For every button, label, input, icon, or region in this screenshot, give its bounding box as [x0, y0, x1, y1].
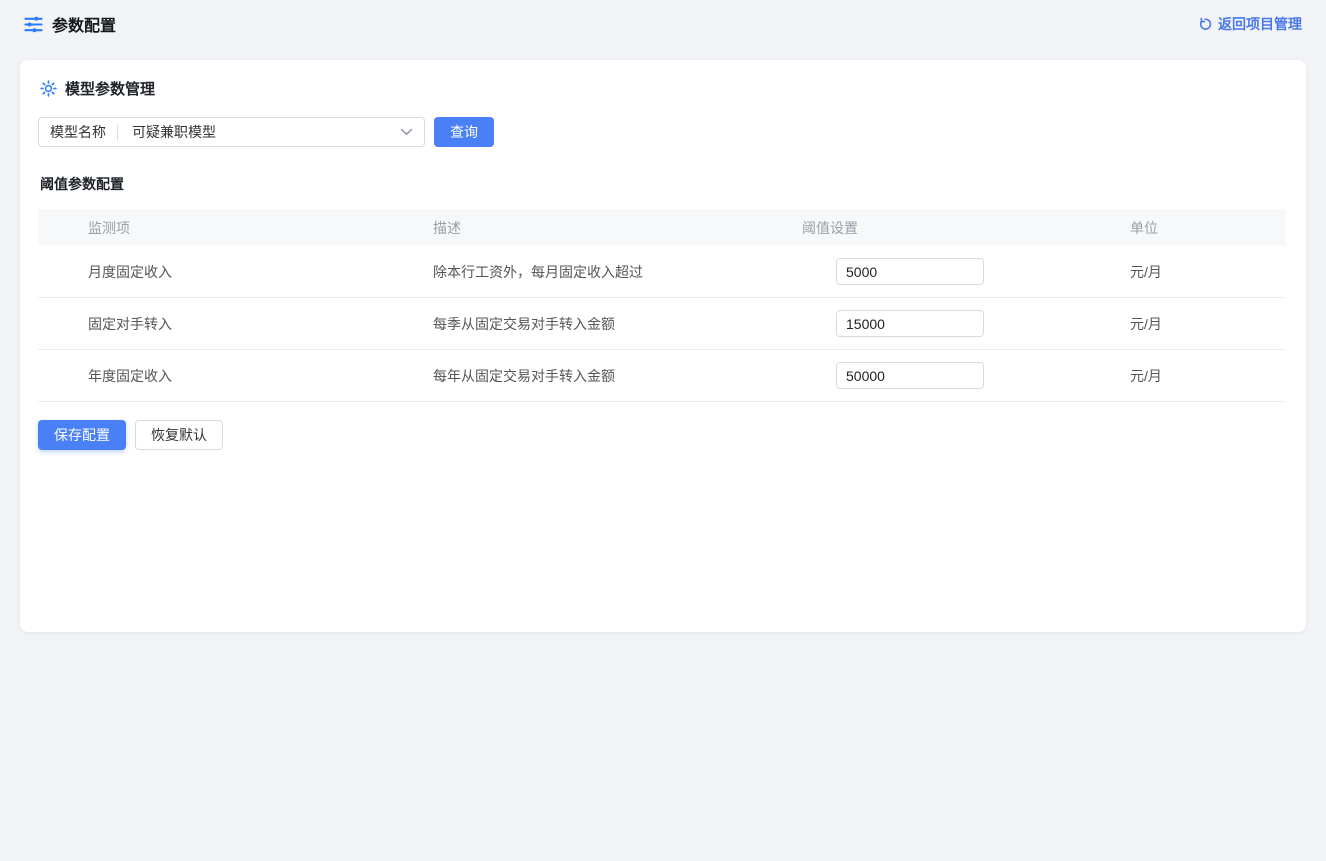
section-title: 模型参数管理	[65, 78, 155, 99]
model-parameter-card: 模型参数管理 模型名称 可疑兼职模型 查询 阈值参数配置 监测项 描述 阈值设置…	[20, 60, 1306, 632]
monitor-item-label: 月度固定收入	[38, 262, 433, 282]
model-name-selected-value: 可疑兼职模型	[118, 122, 400, 142]
query-button[interactable]: 查询	[434, 117, 494, 147]
page-title: 参数配置	[52, 12, 116, 36]
table-header-row: 监测项 描述 阈值设置 单位	[38, 209, 1286, 246]
unit-label: 元/月	[1128, 262, 1286, 282]
threshold-input[interactable]	[836, 362, 984, 389]
column-header-item: 监测项	[38, 218, 433, 238]
back-to-project-link[interactable]: 返回项目管理	[1198, 14, 1302, 34]
monitor-item-desc: 每季从固定交易对手转入金额	[433, 314, 800, 334]
back-link-label: 返回项目管理	[1218, 14, 1302, 34]
column-header-desc: 描述	[433, 218, 800, 238]
unit-label: 元/月	[1128, 314, 1286, 334]
model-name-label: 模型名称	[39, 122, 117, 142]
back-arrow-icon	[1198, 17, 1212, 31]
gear-icon	[40, 80, 57, 97]
threshold-input[interactable]	[836, 310, 984, 337]
model-name-select[interactable]: 模型名称 可疑兼职模型	[38, 117, 425, 147]
unit-label: 元/月	[1128, 366, 1286, 386]
monitor-item-label: 年度固定收入	[38, 366, 433, 386]
restore-default-button[interactable]: 恢复默认	[135, 420, 223, 450]
threshold-table: 监测项 描述 阈值设置 单位 月度固定收入 除本行工资外，每月固定收入超过 元/…	[38, 209, 1286, 402]
table-row: 固定对手转入 每季从固定交易对手转入金额 元/月	[38, 298, 1286, 350]
threshold-section-title: 阈值参数配置	[40, 174, 1288, 194]
threshold-input[interactable]	[836, 258, 984, 285]
chevron-down-icon	[400, 128, 413, 136]
monitor-item-desc: 除本行工资外，每月固定收入超过	[433, 262, 800, 282]
top-header: 参数配置 返回项目管理	[0, 0, 1326, 48]
column-header-threshold: 阈值设置	[800, 218, 1128, 238]
save-config-button[interactable]: 保存配置	[38, 420, 126, 450]
monitor-item-desc: 每年从固定交易对手转入金额	[433, 366, 800, 386]
table-row: 月度固定收入 除本行工资外，每月固定收入超过 元/月	[38, 246, 1286, 298]
table-row: 年度固定收入 每年从固定交易对手转入金额 元/月	[38, 350, 1286, 402]
sliders-icon	[24, 15, 43, 34]
monitor-item-label: 固定对手转入	[38, 314, 433, 334]
column-header-unit: 单位	[1128, 218, 1286, 238]
